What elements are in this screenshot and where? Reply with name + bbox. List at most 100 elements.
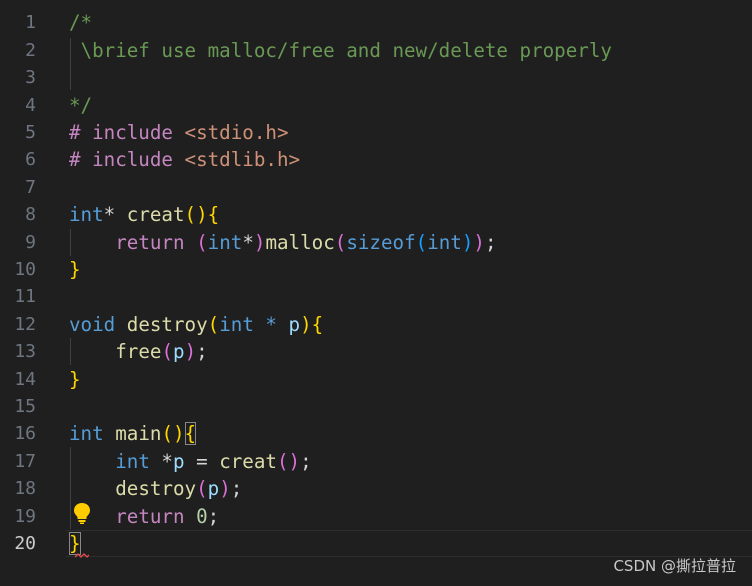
error-squiggle: [75, 553, 89, 558]
code-line[interactable]: 13 free(p);: [0, 338, 752, 365]
code-token: creat: [126, 203, 185, 227]
code-token: (): [184, 203, 208, 227]
code-token: return: [115, 230, 185, 254]
code-token: <stdio.h>: [184, 121, 289, 145]
code-token: (: [415, 230, 428, 254]
code-token: (): [276, 449, 301, 473]
code-text[interactable]: int* creat(){: [69, 201, 219, 228]
code-token: sizeof: [346, 230, 416, 254]
line-number: 6: [25, 149, 36, 171]
line-number: 12: [14, 313, 36, 335]
code-token: ;: [300, 449, 312, 473]
code-line[interactable]: 4 */: [0, 92, 752, 119]
code-token: ): [219, 477, 231, 501]
code-token: (): [161, 422, 185, 446]
code-token: }: [69, 367, 81, 391]
code-token: {: [311, 312, 324, 336]
code-line[interactable]: 16 int main(){: [0, 421, 752, 448]
code-text[interactable]: void destroy(int * p){: [69, 311, 323, 338]
code-token: int: [69, 203, 104, 227]
line-number: 9: [25, 231, 36, 253]
code-line[interactable]: 7: [0, 174, 752, 201]
code-text[interactable]: # include <stdio.h>: [69, 119, 289, 146]
line-number: 15: [14, 396, 36, 418]
code-line[interactable]: 1 /*: [0, 10, 752, 37]
code-token: malloc: [265, 230, 335, 254]
code-token: {: [184, 422, 197, 446]
code-text[interactable]: int main(){: [69, 420, 197, 447]
code-token: }: [69, 258, 81, 282]
code-line[interactable]: 5 # include <stdio.h>: [0, 119, 752, 146]
code-text[interactable]: destroy(p);: [69, 475, 242, 502]
code-line[interactable]: 14}: [0, 366, 752, 393]
code-text[interactable]: }: [69, 366, 81, 393]
line-number: 2: [25, 39, 36, 61]
code-token: ;: [196, 340, 208, 364]
code-token: ): [184, 340, 197, 364]
code-token: {: [207, 203, 220, 227]
code-token: *: [242, 230, 254, 254]
code-token: # include: [69, 148, 185, 172]
code-line[interactable]: 15: [0, 393, 752, 420]
code-text[interactable]: # include <stdlib.h>: [69, 146, 300, 173]
code-token: void: [69, 312, 116, 336]
code-token: <stdlib.h>: [184, 148, 301, 172]
code-line[interactable]: 10}: [0, 256, 752, 283]
code-line[interactable]: 8 int* creat(){: [0, 201, 752, 228]
code-token: p: [173, 340, 185, 364]
lightbulb-icon[interactable]: [72, 502, 92, 524]
code-line[interactable]: 17 int *p = creat();: [0, 448, 752, 475]
code-token: creat: [219, 449, 277, 473]
code-text[interactable]: /*: [69, 9, 92, 36]
line-number: 20: [14, 533, 36, 555]
code-token: (: [196, 477, 208, 501]
line-number: 3: [25, 67, 36, 89]
code-token: \brief use malloc/free and new/delete pr…: [69, 38, 612, 62]
code-line[interactable]: 19 return 0;: [0, 503, 752, 530]
code-text[interactable]: int *p = creat();: [69, 448, 312, 475]
code-token: *: [103, 203, 127, 227]
code-line[interactable]: 2 \brief use malloc/free and new/delete …: [0, 37, 752, 64]
code-token: p: [288, 312, 301, 336]
code-token: *: [149, 449, 173, 473]
code-token: ;: [230, 477, 243, 501]
code-token: */: [69, 93, 93, 117]
line-number: 4: [25, 94, 36, 116]
line-number: 14: [14, 368, 36, 390]
code-line[interactable]: 11: [0, 284, 752, 311]
code-token: *: [253, 312, 289, 336]
code-text[interactable]: \brief use malloc/free and new/delete pr…: [69, 37, 612, 64]
code-line[interactable]: 12 void destroy(int * p){: [0, 311, 752, 338]
code-token: ;: [207, 504, 220, 528]
code-line[interactable]: 6 # include <stdlib.h>: [0, 147, 752, 174]
watermark: CSDN @撕拉普拉: [613, 557, 736, 575]
code-token: ): [253, 230, 266, 254]
line-number: 8: [25, 204, 36, 226]
code-line[interactable]: 3: [0, 64, 752, 91]
code-text[interactable]: free(p);: [69, 338, 208, 365]
line-number: 7: [25, 176, 36, 198]
code-token: (: [207, 312, 220, 336]
code-token: destroy: [115, 477, 197, 501]
code-text[interactable]: return (int*)malloc(sizeof(int));: [69, 229, 496, 256]
code-token: int: [69, 422, 104, 446]
code-text[interactable]: */: [69, 92, 92, 119]
code-editor[interactable]: 1/* 2 \brief use malloc/free and new/dele…: [0, 0, 752, 586]
code-token: p: [172, 449, 185, 473]
code-line[interactable]: 20}: [0, 530, 752, 558]
code-text[interactable]: }: [69, 256, 81, 283]
code-token: (: [161, 340, 173, 364]
code-token: ): [473, 230, 485, 254]
line-number: 10: [14, 259, 36, 281]
line-number: 5: [25, 122, 36, 144]
code-line[interactable]: 18 destroy(p);: [0, 475, 752, 502]
line-number: 17: [14, 450, 36, 472]
code-line[interactable]: 9 return (int*)malloc(sizeof(int));: [0, 229, 752, 256]
